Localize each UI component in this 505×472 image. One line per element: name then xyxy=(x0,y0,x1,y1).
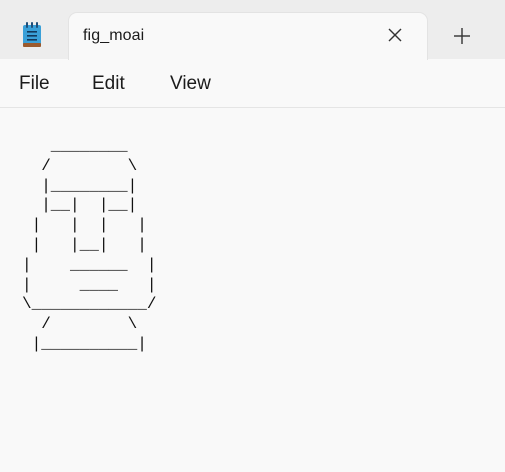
title-bar: fig_moai xyxy=(0,0,505,60)
notepad-icon xyxy=(22,22,42,48)
notepad-window: fig_moai File Edit View ________ / \ |__… xyxy=(0,0,505,472)
menu-file[interactable]: File xyxy=(19,73,50,95)
tab-title: fig_moai xyxy=(83,27,145,44)
menu-edit[interactable]: Edit xyxy=(92,73,125,95)
tab-fig-moai[interactable]: fig_moai xyxy=(69,13,427,60)
editor-text[interactable]: ________ / \ |________| |__| |__| | | | … xyxy=(22,137,156,355)
close-icon[interactable] xyxy=(385,25,405,45)
plus-icon[interactable] xyxy=(450,24,474,48)
menu-view[interactable]: View xyxy=(170,73,211,95)
text-editor[interactable]: ________ / \ |________| |__| |__| | | | … xyxy=(0,108,505,472)
menu-bar: File Edit View xyxy=(0,60,505,108)
